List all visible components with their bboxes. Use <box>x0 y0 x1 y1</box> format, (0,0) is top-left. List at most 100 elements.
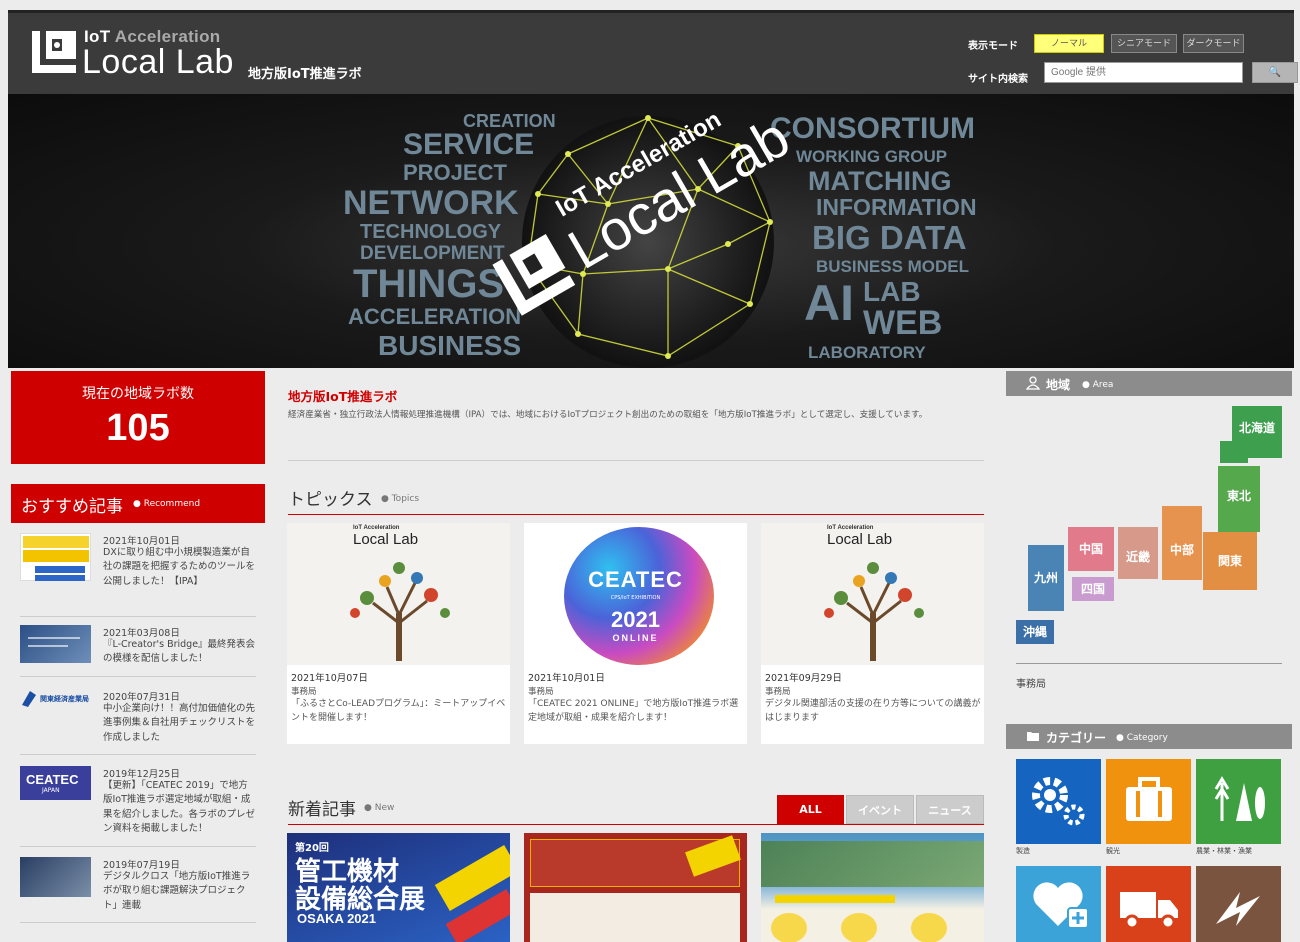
search-button[interactable]: 🔍 <box>1252 62 1298 83</box>
topic-card-image[interactable]: IoT Acceleration Local Lab <box>761 523 984 665</box>
search-icon: 🔍 <box>1268 67 1282 78</box>
category-manufacturing[interactable] <box>1016 759 1101 844</box>
hero-word: WEB <box>863 304 943 342</box>
region-hokkaido-tail[interactable] <box>1220 441 1248 463</box>
lab-intro-description: 経済産業省・独立行政法人情報処理推進機構（IPA）では、地域におけるIoTプロジ… <box>288 410 928 420</box>
topic-date: 2021年09月29日 <box>765 673 842 684</box>
recommend-item[interactable]: 2019年07月19日 デジタルクロス「地方版IoT推進ラボが取り組む課題解決プ… <box>20 857 256 923</box>
ceatec-online: ONLINE <box>612 633 659 643</box>
recommend-thumbnail[interactable]: 関東経済産業局 <box>20 689 91 709</box>
topics-underline <box>288 514 984 515</box>
region-chugoku[interactable]: 中国 <box>1068 527 1114 571</box>
infrastructure-icon <box>1216 892 1260 926</box>
logo-text[interactable]: Local Lab <box>82 43 234 82</box>
category-label: 農業・林業・漁業 <box>1196 847 1252 855</box>
hero-word: INFORMATION <box>816 194 977 220</box>
news-subtitle: ● New <box>364 803 395 813</box>
topic-card[interactable]: IoT Acceleration Local Lab 2021年10月07日 事… <box>287 523 510 744</box>
mode-normal-button[interactable]: ノーマル <box>1034 34 1104 53</box>
tab-event[interactable]: イベント <box>846 795 914 824</box>
recommend-text[interactable]: 中小企業向け！！高付加価値化の先進事例集＆自社用チェックリストを作成しました <box>103 702 257 745</box>
card-logo-big: Local Lab <box>827 531 893 548</box>
recommend-date: 2021年10月01日 <box>103 536 180 547</box>
recommend-date: 2019年12月25日 <box>103 769 180 780</box>
topic-card[interactable]: CEATEC CPS/IoT EXHIBITION 2021 ONLINE 20… <box>524 523 747 744</box>
category-infrastructure[interactable] <box>1196 866 1281 942</box>
mode-senior-button[interactable]: シニアモード <box>1111 34 1177 53</box>
lab-intro-title[interactable]: 地方版IoT推進ラボ <box>288 386 397 405</box>
hero-word: ACCELERATION <box>348 304 522 329</box>
suitcase-icon <box>1126 777 1172 821</box>
topic-text[interactable]: デジタル関連部活の支援の在り方等についての講義がはじまります <box>765 697 981 725</box>
heart-plus-icon <box>1033 882 1089 929</box>
display-mode-label: 表示モード <box>968 41 1018 52</box>
hero-word: AI <box>804 275 854 331</box>
hero-banner: CREATION SERVICE PROJECT NETWORK TECHNOL… <box>8 94 1294 368</box>
region-tohoku[interactable]: 東北 <box>1218 466 1260 532</box>
category-logistics[interactable] <box>1106 866 1191 942</box>
category-label: 観光 <box>1106 847 1120 855</box>
recommend-date: 2021年03月08日 <box>103 628 180 639</box>
site-header: IoT Acceleration Local Lab 地方版IoT推進ラボ 表示… <box>8 10 1298 94</box>
news-card[interactable] <box>761 833 984 942</box>
recommend-text[interactable]: DXに取り組む中小規模製造業が自社の課題を把握するためのツールを公開しました！【… <box>103 546 257 589</box>
recommend-thumbnail[interactable] <box>20 533 91 581</box>
site-search-label: サイト内検索 <box>968 74 1028 85</box>
region-kyushu[interactable]: 九州 <box>1028 545 1064 611</box>
hero-word: NETWORK <box>343 184 519 222</box>
recommend-text[interactable]: 『L-Creator's Bridge』最終発表会の模様を配信しました！ <box>103 638 257 667</box>
office-link[interactable]: 事務局 <box>1016 675 1046 690</box>
logo-subtitle: 地方版IoT推進ラボ <box>248 67 362 82</box>
topic-author: 事務局 <box>765 687 791 697</box>
iot-tree-illustration <box>350 562 450 661</box>
category-label: 製造 <box>1016 847 1030 855</box>
recommend-thumbnail[interactable]: CEATEC JAPAN <box>20 766 91 800</box>
category-tourism[interactable] <box>1106 759 1191 844</box>
region-chubu[interactable]: 中部 <box>1162 506 1202 580</box>
lab-count-box: 現在の地域ラボ数 105 <box>11 371 265 464</box>
category-title: カテゴリー <box>1046 731 1107 745</box>
topic-text[interactable]: 「CEATEC 2021 ONLINE」で地方版IoT推進ラボ選定地域が取組・成… <box>528 697 744 725</box>
news-card[interactable]: 第20回 管工機材 設備総合展 OSAKA 2021 <box>287 833 510 942</box>
region-kanto[interactable]: 関東 <box>1203 532 1257 590</box>
hero-word: BUSINESS <box>378 330 522 361</box>
recommend-subtitle: ● Recommend <box>133 499 201 509</box>
ceatec-thumb-label: CEATEC <box>26 772 79 787</box>
mode-dark-button[interactable]: ダークモード <box>1183 34 1244 53</box>
category-subtitle: ● Category <box>1116 733 1168 743</box>
recommend-item[interactable]: CEATEC JAPAN 2019年12月25日 【更新】「CEATEC 201… <box>20 766 256 847</box>
recommend-thumbnail[interactable] <box>20 857 91 897</box>
local-lab-logo-icon[interactable] <box>30 27 78 77</box>
category-agriculture[interactable] <box>1196 759 1281 844</box>
hero-word: LABORATORY <box>808 343 926 362</box>
recommend-header: おすすめ記事 ● Recommend <box>11 484 265 523</box>
recommend-item[interactable]: 2021年03月08日 『L-Creator's Bridge』最終発表会の模様… <box>20 625 256 677</box>
recommend-item[interactable]: 関東経済産業局 2020年07月31日 中小企業向け！！高付加価値化の先進事例集… <box>20 689 256 755</box>
category-header: カテゴリー ● Category <box>1006 724 1292 749</box>
hero-word: WORKING GROUP <box>796 147 948 166</box>
divider <box>1016 663 1282 664</box>
hero-word: BIG DATA <box>812 219 967 256</box>
recommend-text[interactable]: 【更新】「CEATEC 2019」で地方版IoT推進ラボ選定地域が取組・成果を紹… <box>103 779 257 836</box>
area-header: 地域 ● Area <box>1006 371 1292 396</box>
site-search-input[interactable] <box>1044 62 1243 83</box>
ceatec-thumb-sub: JAPAN <box>42 787 60 794</box>
recommend-item[interactable]: 2021年10月01日 DXに取り組む中小規模製造業が自社の課題を把握するための… <box>20 533 256 617</box>
recommend-thumbnail[interactable] <box>20 625 91 663</box>
topic-text[interactable]: 「ふるさとCo-LEADプログラム」：ミートアップイベントを開催します！ <box>291 697 507 725</box>
topic-card[interactable]: IoT Acceleration Local Lab 2021年09月29日 事… <box>761 523 984 744</box>
person-icon <box>1026 376 1040 390</box>
tab-news[interactable]: ニュース <box>916 795 984 824</box>
tab-all[interactable]: ALL <box>777 795 844 824</box>
news-card[interactable] <box>524 833 747 942</box>
recommend-text[interactable]: デジタルクロス「地方版IoT推進ラボが取り組む課題解決プロジェクト」連載 <box>103 870 257 913</box>
category-medical[interactable] <box>1016 866 1101 942</box>
region-kinki[interactable]: 近畿 <box>1118 527 1158 579</box>
topic-card-image[interactable]: CEATEC CPS/IoT EXHIBITION 2021 ONLINE <box>524 523 747 665</box>
topic-card-image[interactable]: IoT Acceleration Local Lab <box>287 523 510 665</box>
hero-word: SERVICE <box>403 128 535 161</box>
region-shikoku[interactable]: 四国 <box>1072 577 1114 601</box>
news-underline <box>288 824 984 825</box>
region-okinawa[interactable]: 沖縄 <box>1016 620 1054 644</box>
divider <box>288 460 984 461</box>
